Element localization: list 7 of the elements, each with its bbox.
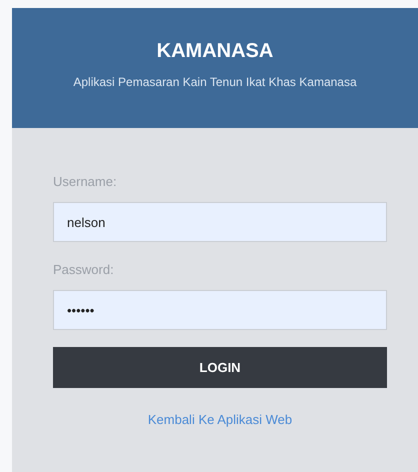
field-label: Password:	[53, 262, 115, 279]
login-button[interactable]: LOGIN	[53, 347, 387, 388]
field-label: Username:	[53, 174, 118, 191]
app-subtitle: Aplikasi Pemasaran Kain Tenun Ikat Khas Kamanasa	[73, 75, 357, 89]
app-title: KAMANASA	[156, 40, 274, 63]
input-field[interactable]: nelson	[53, 202, 387, 242]
input-field[interactable]: ••••••	[53, 290, 387, 330]
